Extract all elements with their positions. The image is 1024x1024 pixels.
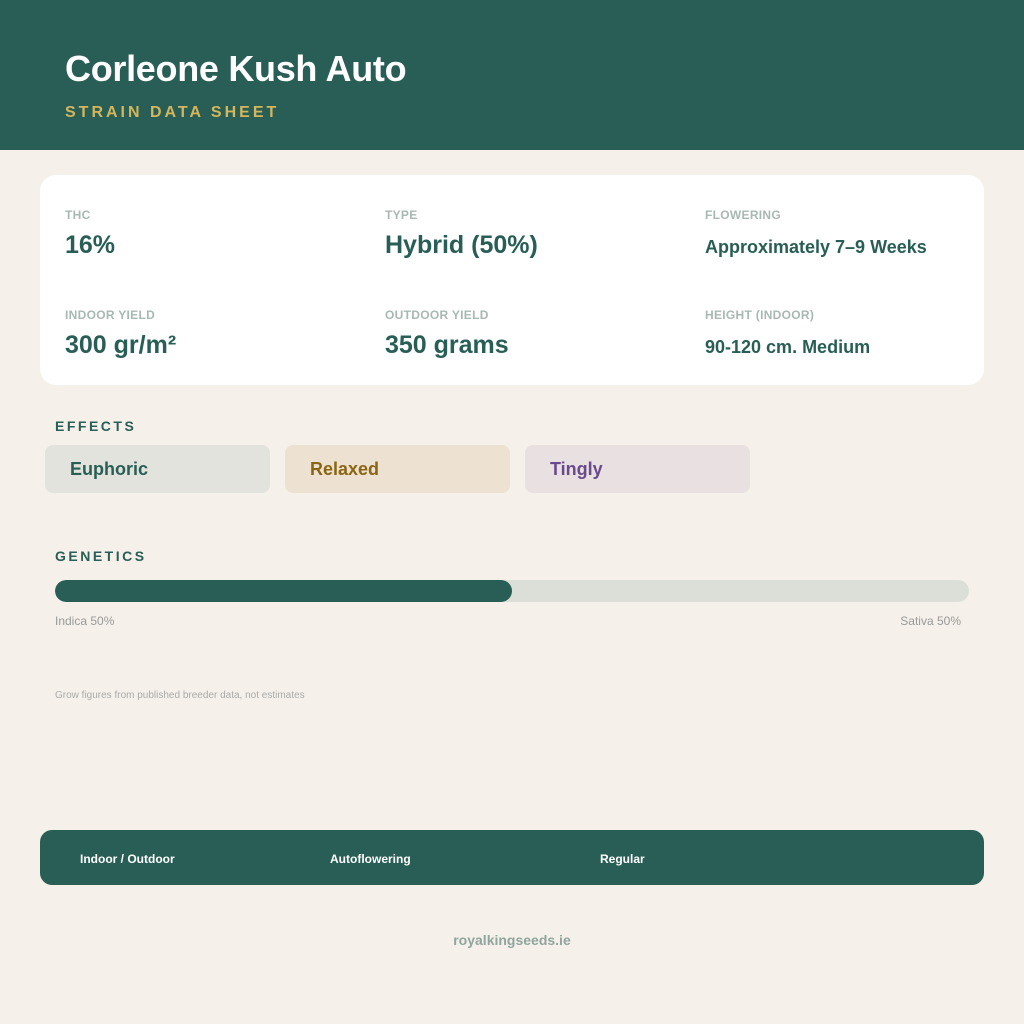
stat-label: THC bbox=[65, 208, 91, 222]
stat-outdoor-yield: OUTDOOR YIELD 350 grams bbox=[385, 308, 509, 360]
header-banner: Corleone Kush Auto STRAIN DATA SHEET bbox=[0, 0, 1024, 150]
attribute-regular: Regular bbox=[600, 852, 645, 866]
stat-flowering: FLOWERING Approximately 7–9 Weeks bbox=[705, 208, 927, 258]
page-title: Corleone Kush Auto bbox=[65, 48, 407, 89]
stat-label: FLOWERING bbox=[705, 208, 782, 222]
effect-tag-relaxed: Relaxed bbox=[285, 445, 510, 493]
effect-tag-euphoric: Euphoric bbox=[45, 445, 270, 493]
sativa-label: Sativa 50% bbox=[900, 614, 961, 628]
stats-card: THC 16% TYPE Hybrid (50%) FLOWERING Appr… bbox=[40, 175, 984, 385]
stat-label: OUTDOOR YIELD bbox=[385, 308, 489, 322]
genetics-bar-indica-fill bbox=[55, 580, 512, 602]
stat-value: 350 grams bbox=[385, 331, 509, 359]
attribute-indoor-outdoor: Indoor / Outdoor bbox=[80, 852, 175, 866]
genetics-heading: GENETICS bbox=[55, 548, 147, 564]
stat-value: 90-120 cm. Medium bbox=[705, 337, 871, 357]
stat-label: HEIGHT (INDOOR) bbox=[705, 308, 815, 322]
stat-label: INDOOR YIELD bbox=[65, 308, 156, 322]
effect-tag-tingly: Tingly bbox=[525, 445, 750, 493]
stat-value: 300 gr/m² bbox=[65, 331, 177, 359]
stat-value: Hybrid (50%) bbox=[385, 231, 538, 259]
genetics-bar bbox=[55, 580, 969, 602]
stat-indoor-yield: INDOOR YIELD 300 gr/m² bbox=[65, 308, 176, 360]
data-source-note: Grow figures from published breeder data… bbox=[55, 690, 305, 701]
stat-type: TYPE Hybrid (50%) bbox=[385, 208, 538, 260]
website-link[interactable]: royalkingseeds.ie bbox=[0, 932, 1024, 948]
stat-label: TYPE bbox=[385, 208, 418, 222]
stat-value: 16% bbox=[65, 231, 116, 259]
page-subtitle: STRAIN DATA SHEET bbox=[65, 104, 280, 121]
attributes-bar: Indoor / Outdoor Autoflowering Regular bbox=[40, 830, 984, 885]
stat-height: HEIGHT (INDOOR) 90-120 cm. Medium bbox=[705, 308, 870, 358]
attribute-autoflowering: Autoflowering bbox=[330, 852, 411, 866]
indica-label: Indica 50% bbox=[55, 614, 115, 628]
stat-thc: THC 16% bbox=[65, 208, 115, 260]
stat-value: Approximately 7–9 Weeks bbox=[705, 237, 927, 257]
effects-heading: EFFECTS bbox=[55, 418, 137, 434]
